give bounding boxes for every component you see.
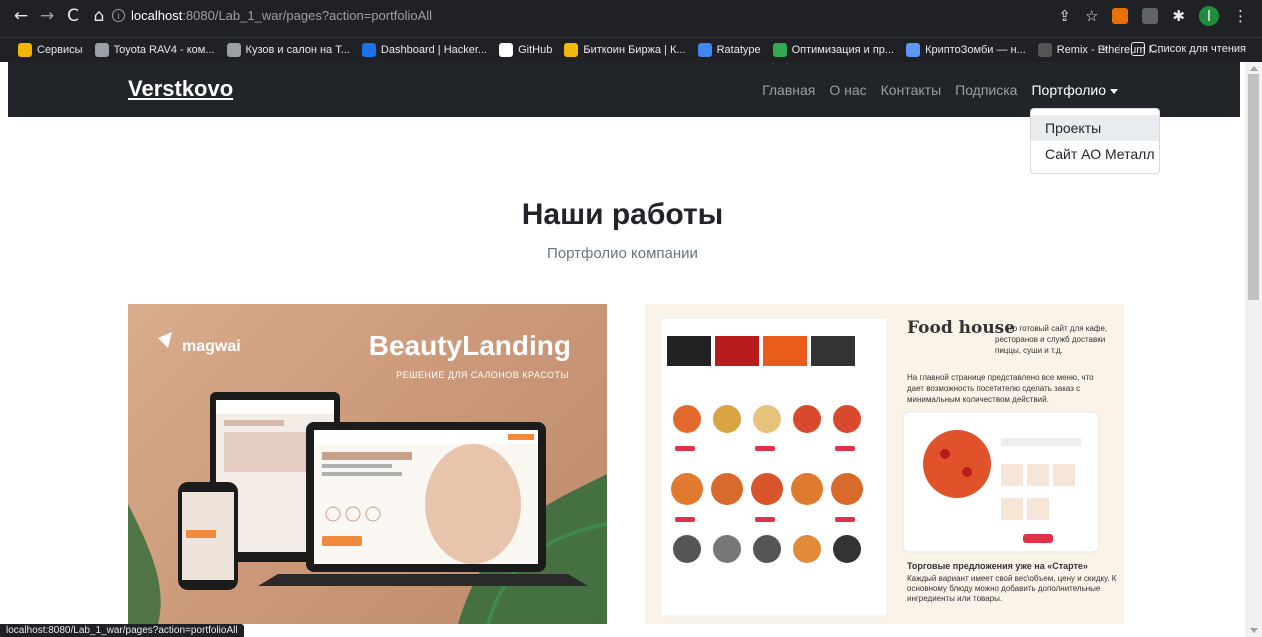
bookmark-label: Toyota RAV4 - ком... [113,44,215,56]
reading-list-icon [1130,42,1145,56]
bookmark-star-icon[interactable]: ☆ [1085,7,1098,25]
page-viewport: Verstkovo Главная О нас Контакты Подписк… [0,62,1262,637]
brand-text: Verstkovo [128,76,234,101]
bookmarks-overflow-icon[interactable]: » [1102,43,1108,55]
reload-icon[interactable]: C [60,6,86,26]
bookmark-favicon-icon [499,43,514,57]
bookmark-item[interactable]: Dashboard | Hacker... [361,43,488,57]
bookmark-label: Оптимизация и пр... [791,44,895,56]
portfolio-card-beauty[interactable]: magwai BeautyLanding РЕШЕНИЕ ДЛЯ САЛОНОВ… [128,304,607,624]
bookmark-label: Биткоин Биржа | К... [583,44,686,56]
nav-home[interactable]: Главная [762,82,815,98]
extensions-puzzle-icon[interactable]: ✱ [1172,7,1185,25]
magwai-logo: magwai [160,338,241,356]
reading-list-label: Список для чтения [1149,43,1246,55]
chevron-down-icon [1110,88,1118,94]
share-icon[interactable]: ⇪ [1058,7,1071,25]
metamask-extension-icon[interactable] [1112,8,1129,24]
back-icon[interactable]: ← [8,6,34,26]
nav-portfolio-label: Портфолио [1031,82,1106,98]
url-path: :8080/Lab_1_war/pages?action=portfolioAl… [182,8,433,23]
bookmark-item[interactable]: Toyota RAV4 - ком... [94,43,215,57]
browser-toolbar: ← → C ⌂ i localhost:8080/Lab_1_war/pages… [0,0,1262,37]
bookmark-label: Кузов и салон на Т... [245,44,350,56]
forward-icon[interactable]: → [34,6,60,26]
dropdown-item-projects[interactable]: Проекты [1031,115,1159,141]
beauty-landing-title: BeautyLanding [368,330,571,361]
nav-subscription[interactable]: Подписка [955,82,1017,98]
info-icon[interactable]: i [112,9,125,22]
address-bar[interactable]: i localhost:8080/Lab_1_war/pages?action=… [112,8,432,23]
magwai-logo-text: magwai [182,338,241,355]
scroll-down-icon[interactable] [1250,628,1258,633]
page-title: Наши работы [521,198,724,231]
site-brand[interactable]: Verstkovo [128,76,233,102]
food-house-offers-title: Торговые предложения уже на «Старте» [907,561,1088,571]
extension-icon[interactable] [1142,8,1159,24]
bookmark-label: КриптоЗомби — н... [925,44,1026,56]
page-subtitle: Портфолио компании [547,245,698,262]
food-house-description: — это готовый сайт для кафе, ресторанов … [995,324,1108,355]
food-house-menu-description: На главной странице представлено все мен… [907,373,1094,404]
bookmark-favicon-icon [564,43,579,57]
food-house-offers-text: Каждый вариант имеет свой вес\объем, цен… [907,574,1117,603]
bookmark-favicon-icon [18,43,32,57]
scroll-up-icon[interactable] [1250,66,1258,71]
bookmark-item[interactable]: Биткоин Биржа | К... [564,43,686,57]
bookmark-label: Dashboard | Hacker... [380,44,488,56]
bookmarks-bar: Сервисы Toyota RAV4 - ком... Кузов и салон… [0,37,1262,62]
bookmark-favicon-icon [94,43,109,57]
bookmark-item[interactable]: Оптимизация и пр... [772,43,895,57]
nav-portfolio[interactable]: Портфолио [1031,82,1118,98]
site-nav: Главная О нас Контакты Подписка Портфоли… [762,82,1118,98]
bookmark-item[interactable]: GitHub [499,43,552,57]
portfolio-dropdown-menu: Проекты Сайт АО Металл [1030,108,1160,174]
scroll-thumb[interactable] [1248,74,1259,300]
bookmark-label: Ratatype [716,44,761,56]
bookmark-item[interactable]: КриптоЗомби — н... [906,43,1026,57]
bookmark-favicon-icon [226,43,241,57]
bookmark-item[interactable]: Ratatype [697,43,761,57]
bookmark-label: GitHub [518,44,553,56]
url-host: localhost [131,8,183,23]
bookmark-favicon-icon [697,43,712,57]
portfolio-card-food-house[interactable]: Food house — это готовый сайт для кафе, … [645,304,1124,624]
bookmark-favicon-icon [1037,43,1052,57]
bookmark-item[interactable]: Кузов и салон на Т... [226,43,350,57]
home-icon[interactable]: ⌂ [86,6,112,26]
dropdown-item-metal[interactable]: Сайт АО Металл [1031,141,1159,167]
menu-kebab-icon[interactable]: ⋮ [1233,7,1248,25]
beauty-landing-subtitle: РЕШЕНИЕ ДЛЯ САЛОНОВ КРАСОТЫ [396,370,569,380]
bookmark-favicon-icon [772,43,787,57]
reading-list-button[interactable]: Список для чтения [1130,42,1246,56]
profile-avatar[interactable]: I [1199,6,1219,26]
bookmark-item[interactable]: Сервисы [18,43,83,57]
bookmark-favicon-icon [361,43,376,57]
nav-about[interactable]: О нас [829,82,866,98]
bookmark-label: Сервисы [37,44,83,56]
nav-contacts[interactable]: Контакты [881,82,941,98]
bookmark-favicon-icon [906,43,921,57]
page-scrollbar[interactable] [1245,62,1262,637]
status-bar-url: localhost:8080/Lab_1_war/pages?action=po… [0,624,244,637]
